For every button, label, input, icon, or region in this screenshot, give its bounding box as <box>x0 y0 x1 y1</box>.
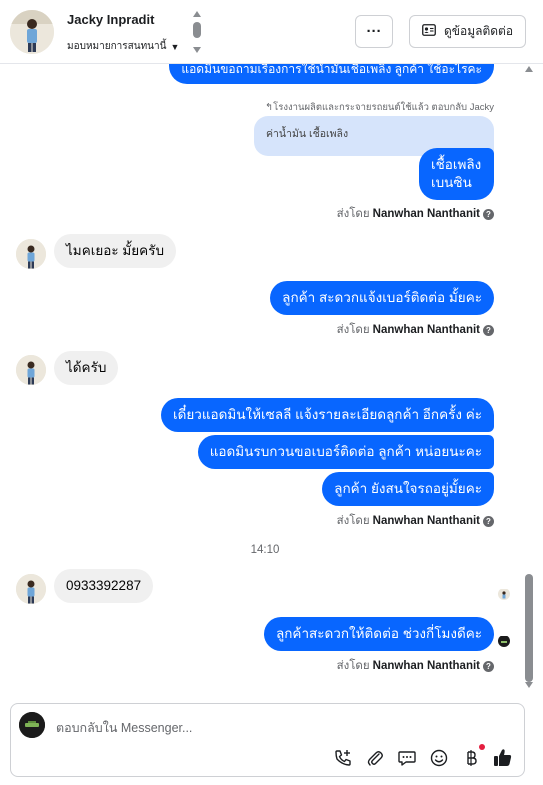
contact-avatar-small[interactable] <box>16 355 46 385</box>
thread-scrollbar[interactable] <box>522 64 536 694</box>
sender-name: Nanwhan Nanthanit <box>372 324 480 336</box>
outgoing-message[interactable]: เชื้อเพลิง เบนซิน <box>419 148 494 200</box>
reply-context-note: ↰โรงงานผลิตและกระจายรถยนต์ใช้แล้ว ตอบกลั… <box>265 102 494 113</box>
outgoing-message-partial[interactable]: แอดมินขอถามเรื่องการใช้น้ำมันเชื้อเพลิง … <box>169 64 494 84</box>
outgoing-message[interactable]: ลูกค้าสะดวกให้ติดต่อ ช่วงกี่โมงดีคะ <box>263 617 494 651</box>
sent-by-prefix: ส่งโดย <box>336 660 370 672</box>
assign-conversation-dropdown[interactable]: มอบหมายการสนทนานี้ ▼ <box>67 39 179 54</box>
seen-avatar-contact <box>498 588 510 600</box>
sent-by-label: ส่งโดย Nanwhan Nanthanit ? <box>337 512 494 530</box>
contact-avatar-small[interactable] <box>16 574 46 604</box>
outgoing-message[interactable]: แอดมินรบกวนขอเบอร์ติดต่อ ลูกค้า หน่อยนะค… <box>197 435 494 469</box>
sent-by-label: ส่งโดย Nanwhan Nanthanit ? <box>337 657 494 675</box>
sent-by-prefix: ส่งโดย <box>336 515 370 527</box>
outgoing-message[interactable]: เดี๋ยวแอดมินให้เซลลี แจ้งรายละเอียดลูกค้… <box>160 398 494 432</box>
info-icon[interactable]: ? <box>483 515 494 527</box>
attachment-icon[interactable] <box>363 746 387 770</box>
like-icon[interactable] <box>491 746 515 770</box>
sender-name: Nanwhan Nanthanit <box>372 660 480 672</box>
info-icon[interactable]: ? <box>483 208 494 220</box>
chevron-down-icon: ▼ <box>170 41 180 52</box>
contact-card-icon <box>422 24 436 39</box>
more-icon: ··· <box>366 23 382 40</box>
view-contact-info-button[interactable]: ดูข้อมูลติดต่อ <box>409 15 526 48</box>
incoming-message[interactable]: 0933392287 <box>54 569 154 603</box>
message-text: เชื้อเพลิง <box>431 157 482 172</box>
baht-icon[interactable] <box>459 746 483 770</box>
assign-label: มอบหมายการสนทนานี้ <box>67 41 167 52</box>
contact-name[interactable]: Jacky Inpradit <box>67 12 154 27</box>
notification-dot <box>479 744 485 750</box>
saved-reply-icon[interactable] <box>395 746 419 770</box>
composer-toolbar <box>331 744 521 772</box>
sent-by-label: ส่งโดย Nanwhan Nanthanit ? <box>337 205 494 223</box>
sent-by-prefix: ส่งโดย <box>336 208 370 220</box>
conversation-header: Jacky Inpradit มอบหมายการสนทนานี้ ▼ ··· … <box>0 0 543 64</box>
sender-name: Nanwhan Nanthanit <box>372 208 480 220</box>
sender-name: Nanwhan Nanthanit <box>372 515 480 527</box>
info-icon[interactable]: ? <box>483 660 494 672</box>
page-avatar <box>19 712 45 738</box>
scrollbar-thumb[interactable] <box>525 574 533 682</box>
info-icon[interactable]: ? <box>483 324 494 336</box>
contact-avatar-small[interactable] <box>16 239 46 269</box>
message-timestamp: 14:10 <box>250 544 280 556</box>
contact-info-label: ดูข้อมูลติดต่อ <box>444 24 514 38</box>
outgoing-message[interactable]: ลูกค้า สะดวกแจ้งเบอร์ติดต่อ มั้ยคะ <box>270 281 494 315</box>
message-text: เบนซิน <box>431 175 472 190</box>
outgoing-message[interactable]: ลูกค้า ยังสนใจรถอยู่มั้ยคะ <box>322 472 494 506</box>
incoming-message[interactable]: ได้ครับ <box>54 351 119 385</box>
header-scrollbar[interactable] <box>190 9 204 55</box>
contact-avatar[interactable] <box>10 10 54 54</box>
add-call-icon[interactable] <box>331 746 355 770</box>
seen-avatar-page <box>498 635 510 647</box>
message-thread[interactable]: แอดมินขอถามเรื่องการใช้น้ำมันเชื้อเพลิง … <box>0 64 543 694</box>
emoji-icon[interactable] <box>427 746 451 770</box>
message-composer[interactable]: ตอบกลับใน Messenger... <box>10 703 525 777</box>
incoming-message[interactable]: ไมคเยอะ มั้ยครับ <box>54 234 177 268</box>
more-button[interactable]: ··· <box>355 15 393 48</box>
reply-input[interactable]: ตอบกลับใน Messenger... <box>56 718 192 738</box>
sent-by-prefix: ส่งโดย <box>336 324 370 336</box>
sent-by-label: ส่งโดย Nanwhan Nanthanit ? <box>337 321 494 339</box>
